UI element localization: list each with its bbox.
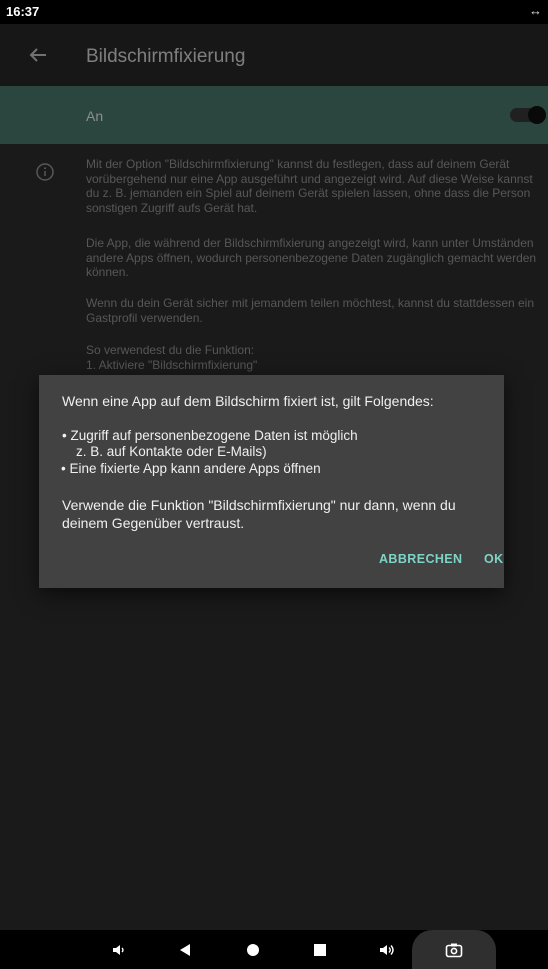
camera-icon[interactable] <box>412 930 496 969</box>
volume-up-icon[interactable] <box>372 930 402 969</box>
dialog-bullet-2: • Eine fixierte App kann andere Apps öff… <box>61 461 321 476</box>
volume-down-icon[interactable] <box>104 930 134 969</box>
confirmation-dialog: Wenn eine App auf dem Bildschirm fixiert… <box>39 375 504 588</box>
dialog-bullet-1-continuation: z. B. auf Kontakte oder E-Mails) <box>76 444 267 459</box>
dialog-warning: Verwende die Funktion "Bildschirmfixieru… <box>62 497 456 531</box>
screen: Bildschirmfixierung An Mit der Option "B… <box>0 0 548 969</box>
navigation-bar <box>0 930 548 969</box>
status-bar: 16:37 ↔ <box>0 0 548 24</box>
back-triangle-icon[interactable] <box>170 930 200 969</box>
ok-button[interactable]: OK <box>484 552 504 566</box>
dialog-heading: Wenn eine App auf dem Bildschirm fixiert… <box>62 393 434 409</box>
status-time: 16:37 <box>6 4 40 19</box>
dialog-bullet-1: • Zugriff auf personenbezogene Daten ist… <box>62 428 358 443</box>
cancel-button[interactable]: ABBRECHEN <box>379 552 462 566</box>
rotate-icon: ↔ <box>529 3 542 18</box>
home-circle-icon[interactable] <box>238 930 268 969</box>
recents-square-icon[interactable] <box>305 930 335 969</box>
